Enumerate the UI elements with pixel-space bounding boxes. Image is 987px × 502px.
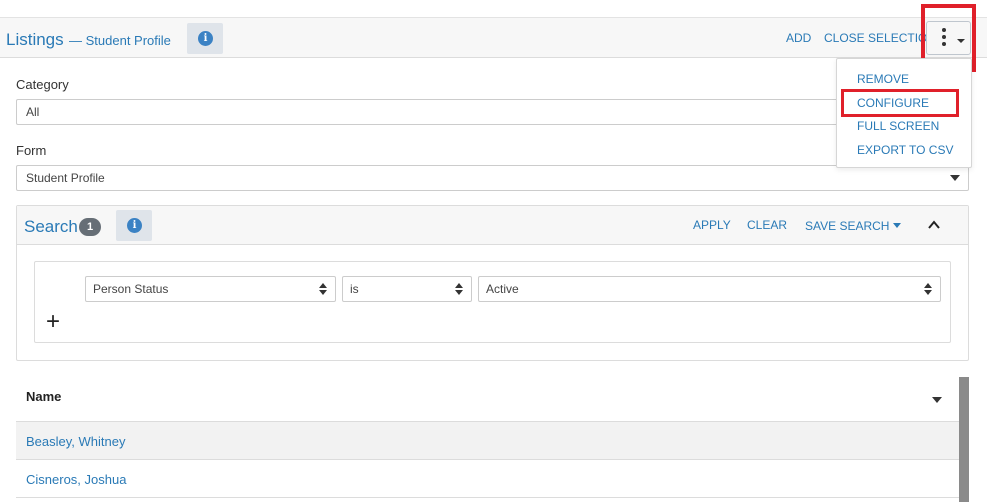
search-title: Search <box>24 217 78 236</box>
header-info-button[interactable]: i <box>187 23 223 54</box>
select-arrows-icon <box>319 283 327 295</box>
save-search-button[interactable]: SAVE SEARCH <box>805 219 902 233</box>
caret-down-icon <box>893 223 902 228</box>
search-header: Search 1 i APPLY CLEAR SAVE SEARCH <box>17 206 968 245</box>
search-info-button[interactable]: i <box>116 210 152 241</box>
name-column-header[interactable]: Name <box>26 389 61 404</box>
info-icon: i <box>127 218 142 233</box>
form-value: Student Profile <box>26 171 105 185</box>
criteria-value-value: Active <box>486 282 519 296</box>
search-criteria-box: Person Status is Active + <box>34 261 951 343</box>
row-name-link[interactable]: Cisneros, Joshua <box>26 472 126 487</box>
row-name-link[interactable]: Beasley, Whitney <box>26 434 125 449</box>
info-icon: i <box>198 31 213 46</box>
plus-icon[interactable]: + <box>46 310 60 334</box>
menu-item-remove[interactable]: REMOVE <box>857 72 909 86</box>
select-arrows-icon <box>455 283 463 295</box>
search-count-badge: 1 <box>79 218 101 236</box>
criteria-value-select[interactable]: Active <box>478 276 941 302</box>
apply-button[interactable]: APPLY <box>693 218 731 232</box>
form-label: Form <box>16 143 47 158</box>
criteria-field-value: Person Status <box>93 282 169 296</box>
category-label: Category <box>16 77 69 92</box>
configure-highlight-box <box>841 89 959 117</box>
search-panel: Search 1 i APPLY CLEAR SAVE SEARCH Perso… <box>16 205 969 361</box>
table-row[interactable]: Cisneros, Joshua <box>16 460 959 498</box>
category-select[interactable]: All <box>16 99 969 125</box>
page-subtitle: — Student Profile <box>69 33 171 48</box>
save-search-label: SAVE SEARCH <box>805 219 890 233</box>
sort-caret-icon[interactable] <box>932 397 942 403</box>
menu-item-export-csv[interactable]: EXPORT TO CSV <box>857 143 953 157</box>
scrollbar[interactable] <box>959 377 969 502</box>
criteria-operator-select[interactable]: is <box>342 276 472 302</box>
form-select[interactable]: Student Profile <box>16 165 969 191</box>
close-selection-button[interactable]: CLOSE SELECTION <box>824 31 936 45</box>
chevron-down-icon <box>950 175 960 181</box>
table-row[interactable]: Beasley, Whitney <box>16 422 959 460</box>
page-title: Listings <box>6 30 64 49</box>
clear-button[interactable]: CLEAR <box>747 218 787 232</box>
menu-item-full-screen[interactable]: FULL SCREEN <box>857 119 939 133</box>
add-button[interactable]: ADD <box>786 31 811 45</box>
category-value: All <box>26 105 40 119</box>
select-arrows-icon <box>924 283 932 295</box>
criteria-field-select[interactable]: Person Status <box>85 276 336 302</box>
criteria-operator-value: is <box>350 282 359 296</box>
chevron-up-icon[interactable] <box>928 219 940 231</box>
list-header: Name <box>16 377 959 422</box>
